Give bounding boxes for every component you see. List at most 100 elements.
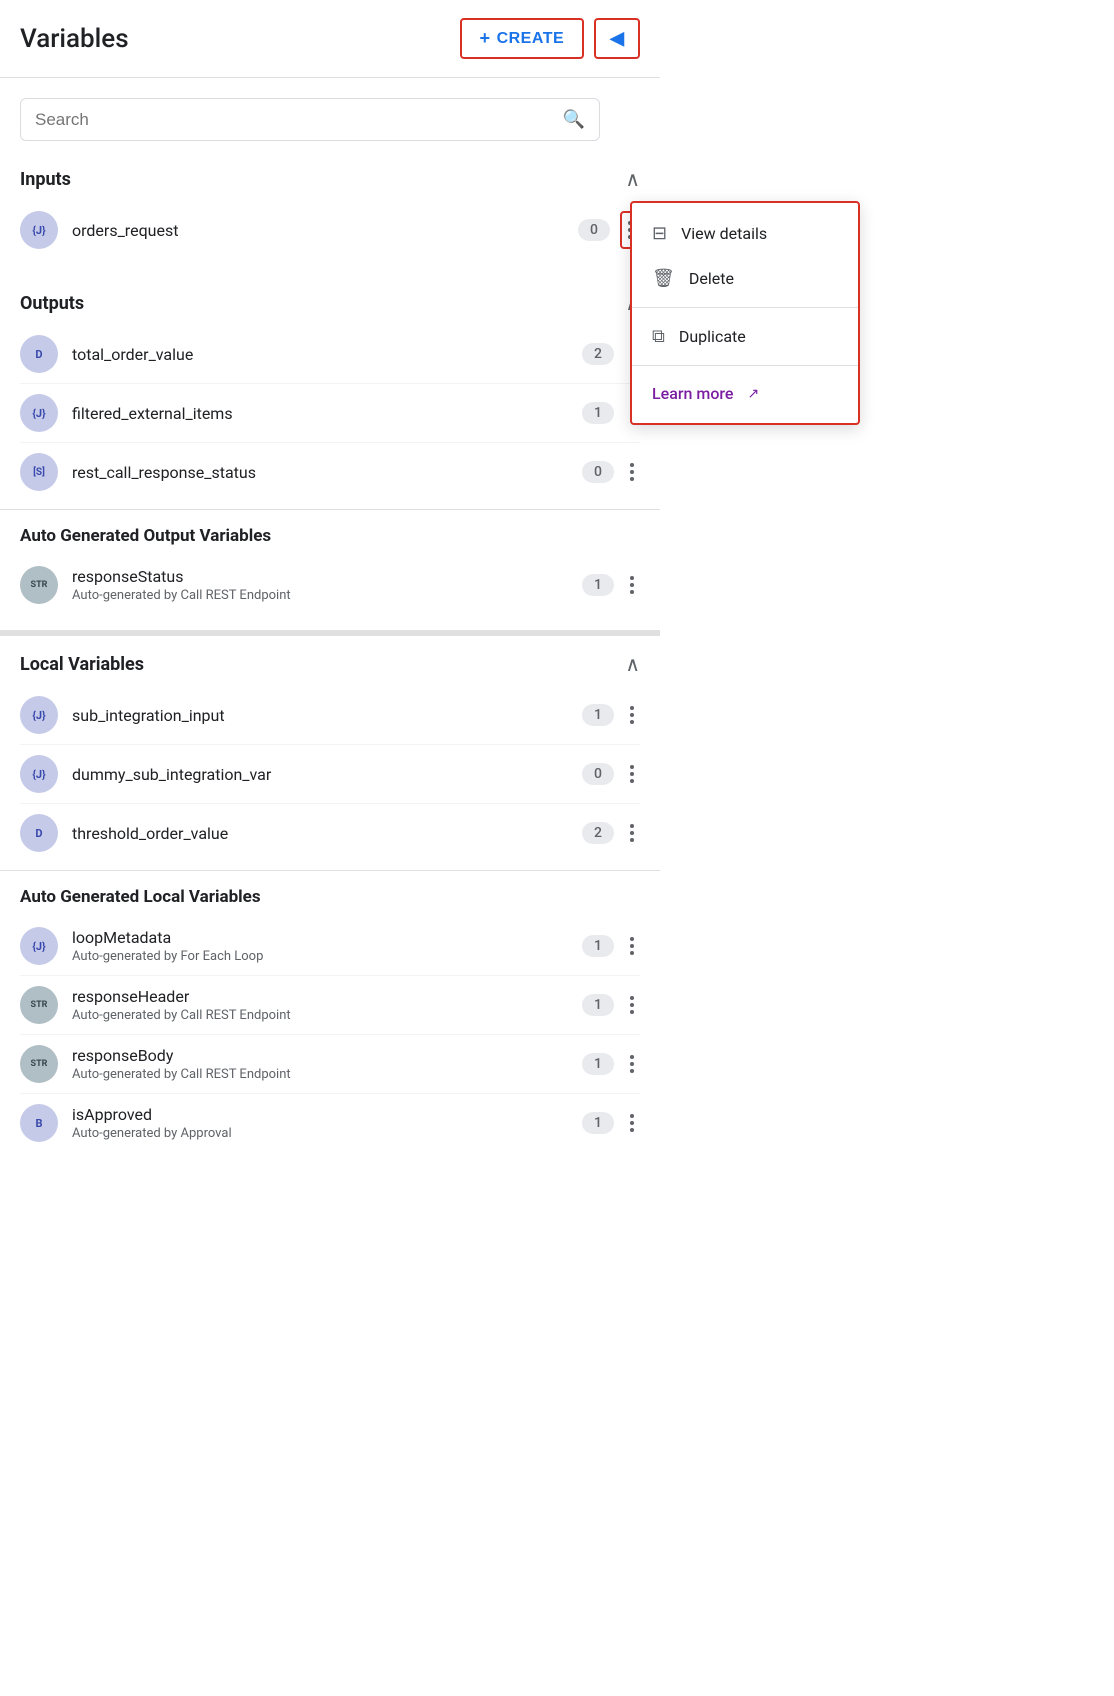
var-icon-s1: [S] xyxy=(20,453,58,491)
var-menu-response-header[interactable] xyxy=(624,992,640,1018)
local-collapse-icon[interactable]: ∧ xyxy=(625,652,640,676)
plus-icon: + xyxy=(480,28,491,49)
view-details-icon: ⊟ xyxy=(652,223,667,244)
var-name-orders-request: orders_request xyxy=(72,221,578,240)
var-info-loop-metadata: loopMetadata Auto-generated by For Each … xyxy=(72,928,582,964)
var-info-filtered: filtered_external_items xyxy=(72,404,582,423)
var-badge-loop-metadata: 1 xyxy=(582,935,614,957)
menu-delete[interactable]: 🗑 Delete xyxy=(632,256,858,301)
delete-label: Delete xyxy=(689,269,734,288)
var-subtitle-is-approved: Auto-generated by Approval xyxy=(72,1126,582,1141)
var-badge-response-status: 1 xyxy=(582,574,614,596)
search-input[interactable] xyxy=(35,110,563,130)
var-row-threshold: D threshold_order_value 2 xyxy=(20,804,640,862)
var-row-loop-metadata: {J} loopMetadata Auto-generated by For E… xyxy=(20,917,640,976)
var-name-response-body: responseBody xyxy=(72,1046,582,1065)
auto-output-section: Auto Generated Output Variables STR resp… xyxy=(0,509,660,614)
var-row-filtered-external: {J} filtered_external_items 1 xyxy=(20,384,640,443)
var-info-orders-request: orders_request xyxy=(72,221,578,240)
var-badge-filtered: 1 xyxy=(582,402,614,424)
duplicate-icon: ⧉ xyxy=(652,326,665,347)
var-badge-total: 2 xyxy=(582,343,614,365)
var-row-rest-call: [S] rest_call_response_status 0 xyxy=(20,443,640,501)
var-icon-str3: STR xyxy=(20,1045,58,1083)
menu-learn-more[interactable]: Learn more ↗ xyxy=(632,372,858,415)
inputs-collapse-icon[interactable]: ∧ xyxy=(625,167,640,191)
var-row-response-body: STR responseBody Auto-generated by Call … xyxy=(20,1035,640,1094)
local-section: Local Variables ∧ {J} sub_integration_in… xyxy=(0,630,660,862)
local-section-header: Local Variables ∧ xyxy=(20,652,640,676)
page-title: Variables xyxy=(20,24,129,54)
create-button[interactable]: + CREATE xyxy=(460,18,585,59)
var-subtitle-response-status: Auto-generated by Call REST Endpoint xyxy=(72,588,582,603)
var-info-response-header: responseHeader Auto-generated by Call RE… xyxy=(72,987,582,1023)
var-menu-response-body[interactable] xyxy=(624,1051,640,1077)
var-menu-threshold[interactable] xyxy=(624,820,640,846)
external-link-icon: ↗ xyxy=(747,386,759,402)
var-icon-j2: {J} xyxy=(20,394,58,432)
header-actions: + CREATE ◀ xyxy=(460,18,640,59)
var-badge-sub-integration: 1 xyxy=(582,704,614,726)
var-name-is-approved: isApproved xyxy=(72,1105,582,1124)
auto-output-title: Auto Generated Output Variables xyxy=(20,526,640,546)
var-name-loop-metadata: loopMetadata xyxy=(72,928,582,947)
outputs-section-header: Outputs ∧ xyxy=(20,291,640,315)
var-icon-b1: B xyxy=(20,1104,58,1142)
view-details-label: View details xyxy=(681,224,767,243)
search-box: 🔍 xyxy=(20,98,600,141)
var-icon-d1: D xyxy=(20,335,58,373)
inputs-section-header: Inputs ∧ xyxy=(20,167,640,191)
var-menu-loop-metadata[interactable] xyxy=(624,933,640,959)
var-menu-response-status[interactable] xyxy=(624,572,640,598)
var-badge-orders-request: 0 xyxy=(578,219,610,241)
var-badge-dummy: 0 xyxy=(582,763,614,785)
var-row-response-header: STR responseHeader Auto-generated by Cal… xyxy=(20,976,640,1035)
var-row-response-status: STR responseStatus Auto-generated by Cal… xyxy=(20,556,640,614)
var-info-sub-integration: sub_integration_input xyxy=(72,706,582,725)
duplicate-label: Duplicate xyxy=(679,327,746,346)
var-info-rest: rest_call_response_status xyxy=(72,463,582,482)
var-menu-is-approved[interactable] xyxy=(624,1110,640,1136)
learn-more-label: Learn more xyxy=(652,384,733,403)
menu-duplicate[interactable]: ⧉ Duplicate xyxy=(632,314,858,359)
auto-local-section: Auto Generated Local Variables {J} loopM… xyxy=(0,870,660,1152)
var-icon-d2: D xyxy=(20,814,58,852)
var-name-response-header: responseHeader xyxy=(72,987,582,1006)
context-menu: ⊟ View details 🗑 Delete ⧉ Duplicate Lear… xyxy=(630,201,860,425)
var-row-orders-request: {J} orders_request 0 ⊟ View details 🗑 De… xyxy=(20,201,640,259)
var-subtitle-response-body: Auto-generated by Call REST Endpoint xyxy=(72,1067,582,1082)
var-name-filtered: filtered_external_items xyxy=(72,404,582,423)
page-header: Variables + CREATE ◀ xyxy=(0,0,660,78)
search-icon: 🔍 xyxy=(563,109,585,130)
var-menu-dummy[interactable] xyxy=(624,761,640,787)
var-info-dummy: dummy_sub_integration_var xyxy=(72,765,582,784)
delete-icon: 🗑 xyxy=(652,268,675,289)
var-menu-sub-integration[interactable] xyxy=(624,702,640,728)
var-icon-str2: STR xyxy=(20,986,58,1024)
var-row-total-order-value: D total_order_value 2 xyxy=(20,325,640,384)
collapse-button[interactable]: ◀ xyxy=(594,18,640,59)
var-badge-response-body: 1 xyxy=(582,1053,614,1075)
outputs-title: Outputs xyxy=(20,293,84,314)
menu-view-details[interactable]: ⊟ View details xyxy=(632,211,858,256)
auto-local-title: Auto Generated Local Variables xyxy=(20,887,640,907)
var-name-total: total_order_value xyxy=(72,345,582,364)
var-info-threshold: threshold_order_value xyxy=(72,824,582,843)
var-subtitle-response-header: Auto-generated by Call REST Endpoint xyxy=(72,1008,582,1023)
var-name-threshold: threshold_order_value xyxy=(72,824,582,843)
collapse-icon: ◀ xyxy=(610,28,624,48)
var-name-rest: rest_call_response_status xyxy=(72,463,582,482)
local-title: Local Variables xyxy=(20,654,144,675)
var-icon-j4: {J} xyxy=(20,755,58,793)
var-info-is-approved: isApproved Auto-generated by Approval xyxy=(72,1105,582,1141)
var-name-response-status: responseStatus xyxy=(72,567,582,586)
var-menu-rest[interactable] xyxy=(624,459,640,485)
var-icon-j3: {J} xyxy=(20,696,58,734)
outputs-section: Outputs ∧ D total_order_value 2 {J} filt… xyxy=(0,275,660,501)
menu-divider xyxy=(632,307,858,308)
var-badge-response-header: 1 xyxy=(582,994,614,1016)
var-row-dummy: {J} dummy_sub_integration_var 0 xyxy=(20,745,640,804)
inputs-section: Inputs ∧ {J} orders_request 0 ⊟ View det… xyxy=(0,151,660,259)
var-badge-is-approved: 1 xyxy=(582,1112,614,1134)
var-subtitle-loop-metadata: Auto-generated by For Each Loop xyxy=(72,949,582,964)
